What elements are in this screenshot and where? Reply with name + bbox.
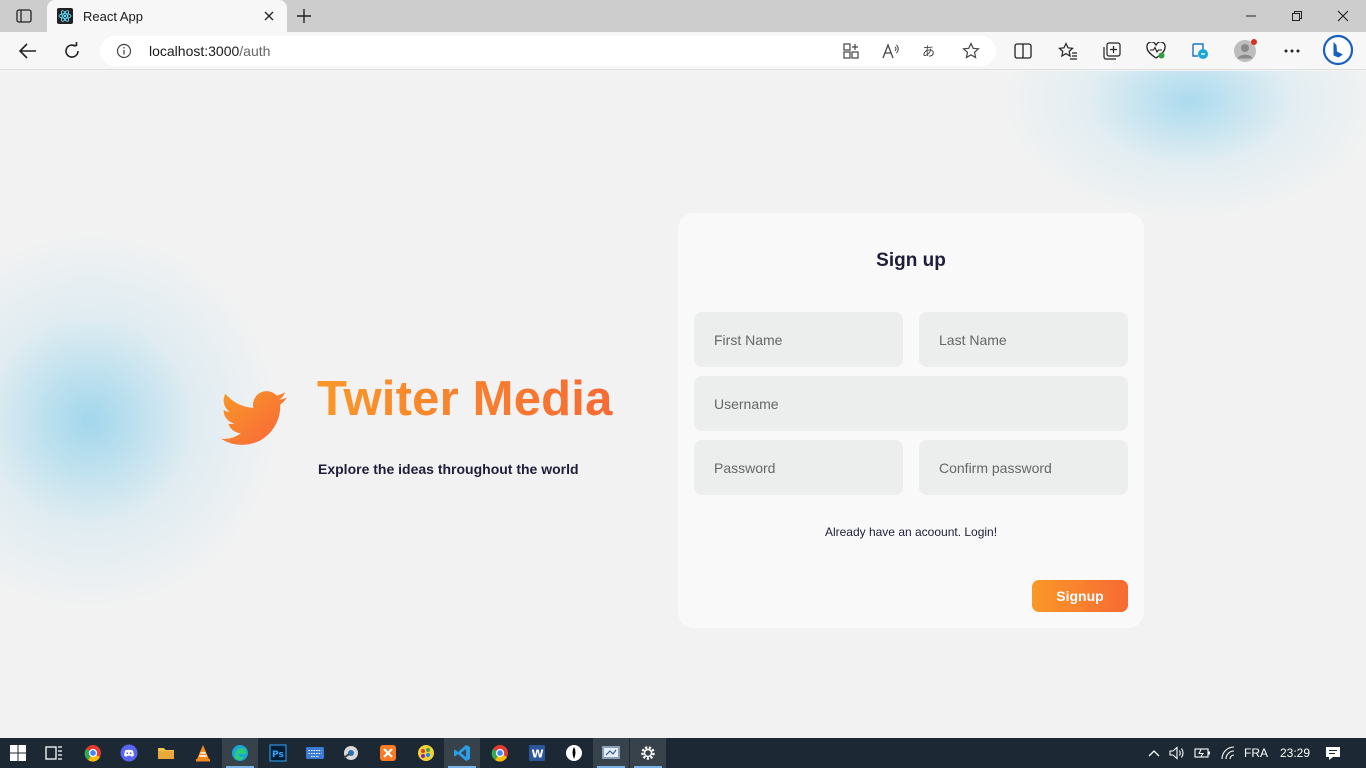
tab-actions-icon[interactable]	[10, 6, 38, 26]
favorite-star-icon[interactable]	[961, 41, 981, 61]
split-screen-icon[interactable]	[1009, 38, 1037, 64]
edge-drop-icon[interactable]	[1186, 38, 1214, 64]
chrome-2-icon[interactable]	[482, 738, 518, 768]
discord-icon[interactable]	[111, 738, 147, 768]
confirm-password-input[interactable]	[919, 440, 1128, 495]
address-bar[interactable]: localhost:3000/auth あ	[100, 36, 996, 66]
browser-toolbar: localhost:3000/auth あ	[0, 32, 1366, 70]
refresh-icon[interactable]	[58, 38, 86, 64]
react-icon	[57, 8, 73, 24]
chrome-icon[interactable]	[75, 738, 111, 768]
browser-essentials-icon[interactable]	[1142, 38, 1170, 64]
app-settings-icon[interactable]	[333, 738, 369, 768]
show-hidden-icons-icon[interactable]	[1147, 746, 1161, 760]
url-host: localhost:3000	[149, 43, 240, 59]
svg-text:あ: あ	[922, 45, 935, 59]
svg-text:W: W	[532, 748, 544, 761]
bing-chat-icon[interactable]	[1322, 34, 1354, 66]
minimize-icon[interactable]	[1228, 0, 1274, 32]
close-tab-icon[interactable]	[261, 8, 277, 24]
page-viewport: Twiter Media Explore the ideas throughou…	[0, 71, 1366, 738]
inkscape-icon[interactable]	[556, 738, 592, 768]
word-icon[interactable]: W	[519, 738, 555, 768]
windows-taskbar: Ps W FRA 23:29	[0, 738, 1366, 768]
photoshop-icon[interactable]: Ps	[260, 738, 296, 768]
brand-title: Twiter Media	[317, 372, 613, 426]
edge-taskbar-icon[interactable]	[222, 738, 258, 768]
url-path: /auth	[239, 43, 271, 59]
wifi-icon[interactable]	[1219, 746, 1237, 760]
restore-icon[interactable]	[1274, 0, 1320, 32]
back-icon[interactable]	[14, 38, 42, 64]
close-window-icon[interactable]	[1320, 0, 1366, 32]
app-available-icon[interactable]	[841, 41, 861, 61]
settings-gear-icon[interactable]	[630, 738, 666, 768]
svg-text:Ps: Ps	[272, 750, 284, 760]
password-input[interactable]	[694, 440, 903, 495]
windows-start-icon[interactable]	[10, 745, 26, 761]
brand-tagline: Explore the ideas throughout the world	[318, 461, 579, 477]
signup-title: Sign up	[876, 250, 946, 271]
notifications-icon[interactable]	[1324, 746, 1342, 760]
input-language[interactable]: FRA	[1244, 746, 1268, 760]
snipping-tool-icon[interactable]	[593, 738, 629, 768]
favorites-icon[interactable]	[1054, 38, 1082, 64]
url-text: localhost:3000/auth	[149, 43, 270, 59]
vlc-icon[interactable]	[185, 738, 221, 768]
tab-strip: React App	[0, 0, 1366, 32]
new-tab-icon[interactable]	[292, 5, 316, 27]
login-link[interactable]: Already have an acoount. Login!	[678, 525, 1144, 539]
xampp-icon[interactable]	[370, 738, 406, 768]
paint-net-icon[interactable]	[408, 738, 444, 768]
tab-title: React App	[83, 8, 143, 24]
collections-icon[interactable]	[1098, 38, 1126, 64]
translate-icon[interactable]: あ	[921, 41, 941, 61]
profile-icon[interactable]	[1231, 38, 1259, 64]
keyboard-icon[interactable]	[297, 738, 333, 768]
battery-icon[interactable]	[1193, 746, 1213, 760]
read-aloud-icon[interactable]	[881, 41, 901, 61]
browser-tab[interactable]: React App	[47, 0, 287, 32]
bird-logo-icon	[220, 385, 288, 451]
first-name-input[interactable]	[694, 312, 903, 367]
task-view-icon[interactable]	[36, 738, 72, 768]
username-input[interactable]	[694, 376, 1128, 431]
volume-icon[interactable]	[1168, 746, 1186, 760]
site-info-icon[interactable]	[116, 43, 132, 59]
file-explorer-icon[interactable]	[148, 738, 184, 768]
signup-button[interactable]: Signup	[1032, 580, 1128, 612]
more-icon[interactable]	[1278, 38, 1306, 64]
last-name-input[interactable]	[919, 312, 1128, 367]
clock-time[interactable]: 23:29	[1280, 746, 1310, 760]
vscode-icon[interactable]	[444, 738, 480, 768]
signup-card: Sign up Already have an acoount. Login! …	[678, 213, 1144, 628]
